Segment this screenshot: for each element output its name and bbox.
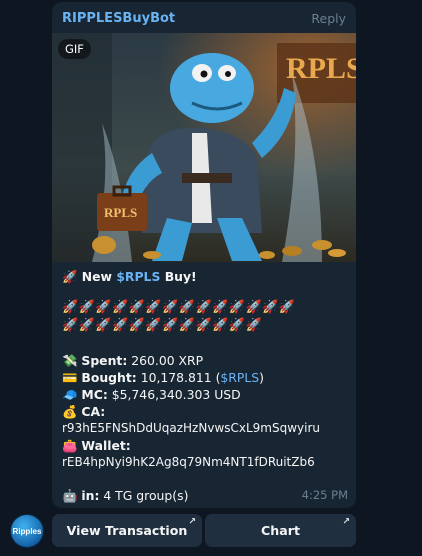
- purse-icon: 👛: [62, 438, 78, 453]
- rocket-icons-row: 🚀🚀🚀🚀🚀🚀🚀🚀🚀🚀🚀🚀: [62, 318, 263, 333]
- reply-button[interactable]: Reply: [311, 11, 346, 26]
- rocket-icons-row: 🚀🚀🚀🚀🚀🚀🚀🚀🚀🚀🚀🚀🚀🚀: [62, 300, 296, 315]
- message-header: RIPPLESBuyBot Reply: [62, 11, 346, 29]
- bought-ticker-link[interactable]: $RPLS: [220, 370, 259, 385]
- bot-avatar[interactable]: Ripples: [11, 515, 43, 547]
- briefcase-text: RPLS: [104, 205, 137, 220]
- avatar-label: Ripples: [12, 526, 42, 536]
- gif-image: RPLS RPLS: [52, 33, 356, 262]
- spent-line: 💸 Spent: 260.00 XRP: [62, 353, 203, 369]
- title-suffix: Buy!: [160, 269, 197, 284]
- external-link-icon: ↗: [342, 517, 350, 527]
- rocket-icon: 🚀: [62, 269, 78, 284]
- mc-label: MC:: [81, 387, 108, 402]
- chart-button[interactable]: Chart ↗: [205, 514, 356, 547]
- robot-icon: 🤖: [62, 488, 78, 503]
- gif-badge: GIF: [58, 39, 91, 59]
- spent-value: 260.00 XRP: [127, 353, 204, 368]
- media-sign-text: RPLS: [286, 52, 356, 85]
- money-bag-icon: 💰: [62, 404, 78, 419]
- spent-label: Spent:: [81, 353, 128, 368]
- bought-close: ): [259, 370, 264, 385]
- chart-label: Chart: [261, 523, 300, 538]
- ticker-link[interactable]: $RPLS: [116, 269, 160, 284]
- money-wings-icon: 💸: [62, 353, 78, 368]
- contract-address[interactable]: r93hE5FNShDdUqazHzNvwsCxL9mSqwyiru: [62, 421, 320, 435]
- groups-value: 4 TG group(s): [99, 488, 189, 503]
- message-bubble: RIPPLESBuyBot Reply RPLS RPLS GIF 🚀 New …: [52, 2, 356, 508]
- ca-label: CA:: [81, 404, 106, 419]
- sender-name[interactable]: RIPPLESBuyBot: [62, 11, 175, 26]
- ca-line: 💰 CA:: [62, 404, 105, 420]
- cap-icon: 🧢: [62, 387, 78, 402]
- gif-media[interactable]: RPLS RPLS GIF: [52, 33, 356, 262]
- bought-line: 💳 Bought: 10,178.811 ($RPLS): [62, 370, 264, 386]
- bought-value: 10,178.811 (: [136, 370, 221, 385]
- credit-card-icon: 💳: [62, 370, 78, 385]
- wallet-line: 👛 Wallet:: [62, 438, 131, 454]
- groups-label: in:: [81, 488, 100, 503]
- external-link-icon: ↗: [188, 517, 196, 527]
- buy-title: 🚀 New $RPLS Buy!: [62, 269, 197, 285]
- bought-label: Bought:: [81, 370, 137, 385]
- mc-line: 🧢 MC: $5,746,340.303 USD: [62, 387, 241, 403]
- title-prefix: New: [81, 269, 117, 284]
- view-transaction-label: View Transaction: [66, 523, 188, 538]
- mc-value: $5,746,340.303 USD: [107, 387, 241, 402]
- wallet-address[interactable]: rEB4hpNyi9hK2Ag8q79Nm4NT1fDRuitZb6: [62, 455, 315, 469]
- groups-line: 🤖 in: 4 TG group(s): [62, 488, 188, 504]
- wallet-label: Wallet:: [81, 438, 131, 453]
- view-transaction-button[interactable]: View Transaction ↗: [52, 514, 202, 547]
- message-time: 4:25 PM: [301, 488, 348, 502]
